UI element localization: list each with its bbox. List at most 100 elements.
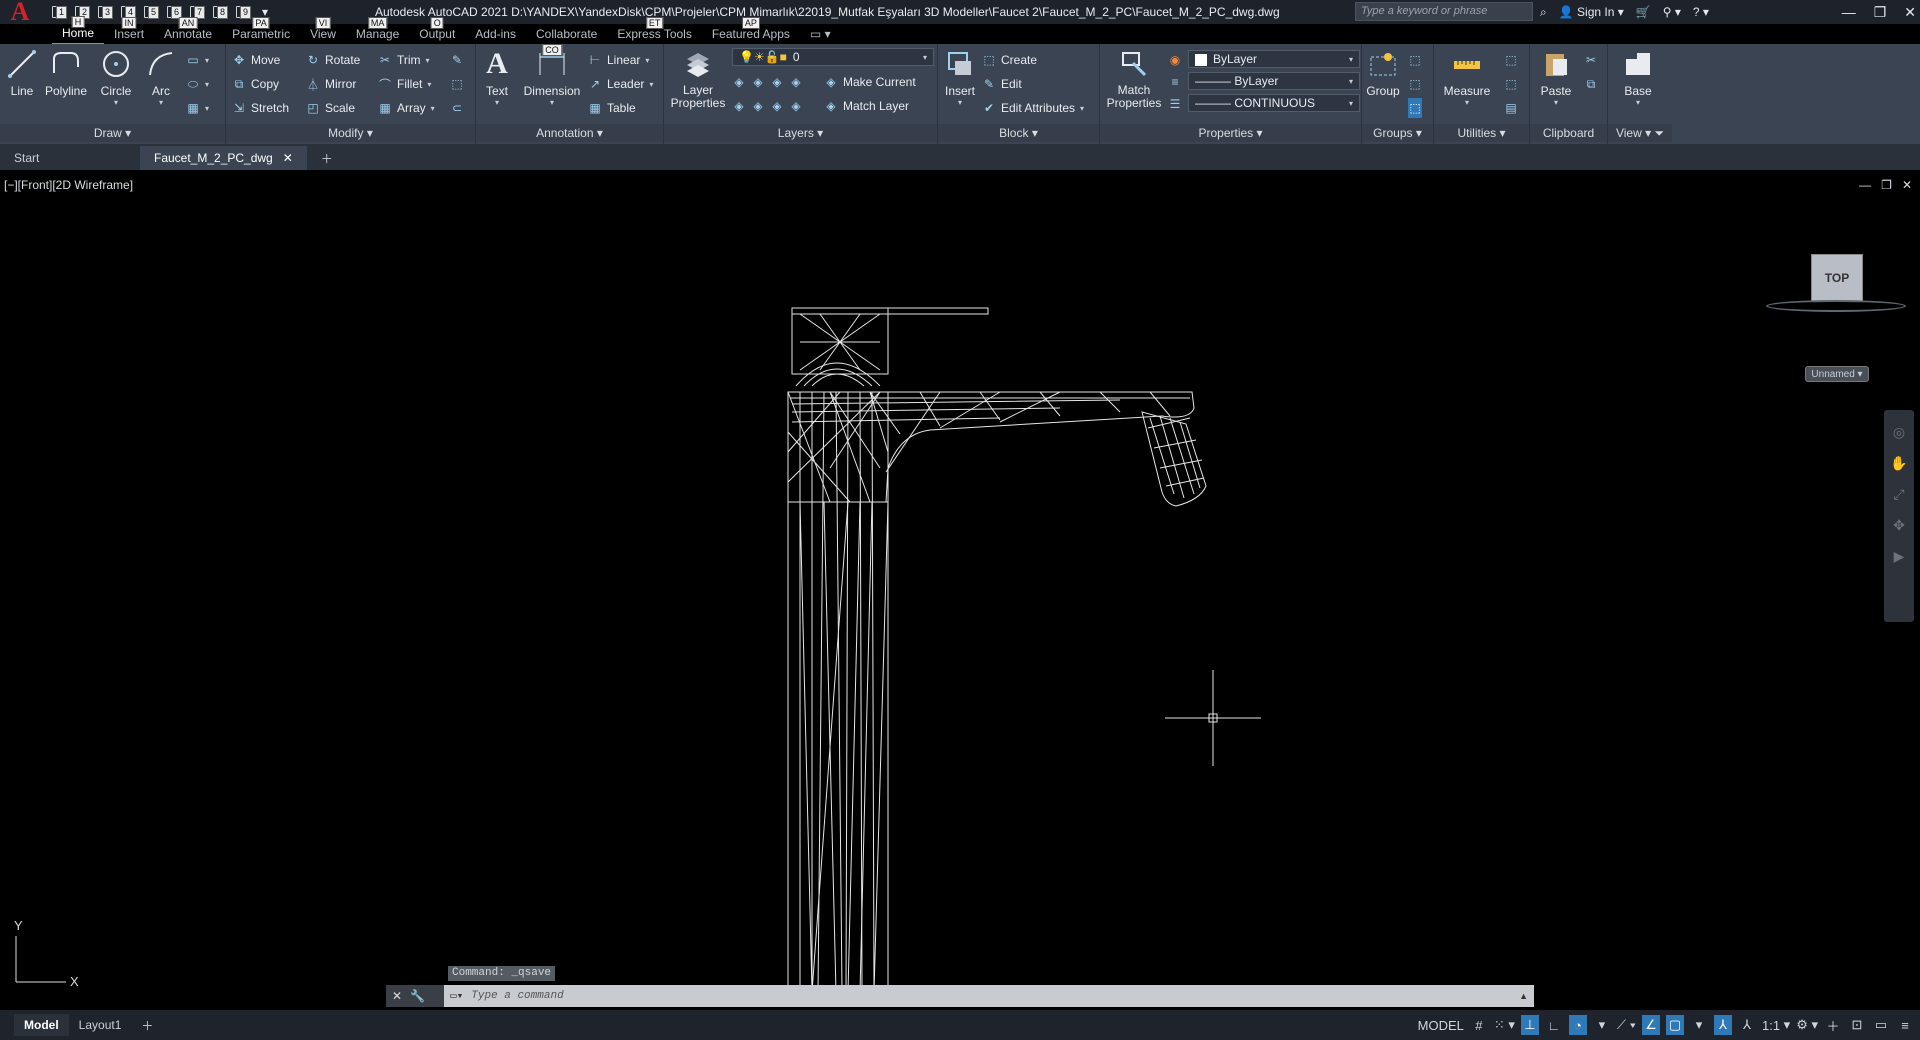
new-tab-button[interactable]: ＋: [307, 146, 347, 170]
zoom-extents-icon[interactable]: ⤢: [1893, 486, 1904, 503]
add-layout-button[interactable]: ＋: [131, 1014, 163, 1036]
rectangle-button[interactable]: ▭ ▾: [186, 50, 209, 70]
ungroup-button[interactable]: ⬚: [1408, 50, 1422, 70]
units-icon[interactable]: ⊡: [1848, 1015, 1866, 1035]
match-layer-button[interactable]: ◈ Match Layer: [824, 96, 909, 116]
hatch-button[interactable]: ▦ ▾: [186, 98, 209, 118]
fillet-button[interactable]: ⌒ Fillet ▾: [378, 74, 431, 94]
block-panel-label[interactable]: Block ▾: [938, 124, 1099, 142]
tab-start[interactable]: Start: [0, 146, 140, 170]
layer-select[interactable]: 💡☀🔓■ 0 ▾: [732, 48, 934, 66]
orbit-icon[interactable]: ✥: [1893, 517, 1905, 534]
object-snap-icon[interactable]: ▢: [1665, 1015, 1684, 1035]
mirror-button[interactable]: ⏃ Mirror: [306, 74, 356, 94]
explode-button[interactable]: ⬚: [450, 74, 464, 94]
qat-open-web-button[interactable]: 5: [140, 3, 160, 21]
auto-scale-icon[interactable]: ⅄: [1738, 1015, 1756, 1035]
customize-command-icon[interactable]: 🔧: [410, 989, 425, 1003]
clipboard-panel-label[interactable]: Clipboard: [1530, 124, 1607, 142]
qat-undo-button[interactable]: 8: [209, 3, 229, 21]
viewcube-compass-ring[interactable]: [1766, 300, 1906, 312]
layer-tools-row-1[interactable]: ◈ ◈ ◈ ◈: [732, 72, 803, 92]
erase-button[interactable]: ✎: [450, 50, 464, 70]
ortho-icon[interactable]: ∟: [1545, 1015, 1563, 1035]
qat-redo-button[interactable]: 9: [232, 3, 252, 21]
autodesk-app-icon[interactable]: ⚲ ▾: [1663, 5, 1681, 19]
stretch-button[interactable]: ⇲ Stretch: [232, 98, 289, 118]
cut-button[interactable]: ✂: [1584, 50, 1598, 70]
color-wheel-icon[interactable]: ◉: [1168, 50, 1182, 70]
tab-collaborate[interactable]: Collaborate: [526, 24, 607, 44]
tab-express-tools[interactable]: ET Express Tools: [607, 17, 701, 44]
ellipse-button[interactable]: ⬭ ▾: [186, 74, 209, 94]
draw-panel-label[interactable]: Draw ▾: [0, 124, 225, 142]
layer-properties-button[interactable]: Layer Properties: [670, 48, 726, 110]
infer-constraints-icon[interactable]: ⊥: [1520, 1015, 1539, 1035]
tab-parametric[interactable]: PA Parametric: [222, 17, 300, 44]
tab-manage[interactable]: MA Manage: [346, 17, 409, 44]
trim-button[interactable]: ✂ Trim ▾: [378, 50, 430, 70]
properties-panel-label[interactable]: Properties ▾: [1100, 124, 1361, 142]
calculator-button[interactable]: ▤: [1504, 98, 1518, 118]
sign-in-button[interactable]: 👤 Sign In ▾: [1559, 5, 1624, 19]
search-input[interactable]: Type a keyword or phrase: [1355, 2, 1533, 21]
viewcube-face[interactable]: TOP: [1811, 254, 1863, 302]
tab-featured-apps[interactable]: AP Featured Apps: [702, 17, 800, 44]
qat-save-button[interactable]: 3: [94, 3, 114, 21]
array-button[interactable]: ▦ Array ▾: [378, 98, 434, 118]
showmotion-icon[interactable]: ▶: [1894, 548, 1905, 565]
arc-button[interactable]: Arc ▾: [146, 48, 176, 107]
search-icon[interactable]: ⌕: [1540, 5, 1547, 20]
layer-tools-row-2[interactable]: ◈ ◈ ◈ ◈: [732, 96, 803, 116]
autocad-logo-button[interactable]: A: [0, 0, 40, 26]
object-snap-tracking-icon[interactable]: ∠: [1641, 1015, 1660, 1035]
tab-layout1[interactable]: Layout1: [69, 1014, 132, 1036]
customization-menu-icon[interactable]: ≡: [1896, 1015, 1914, 1035]
help-icon[interactable]: ? ▾: [1693, 5, 1709, 19]
tab-view[interactable]: VI View: [300, 17, 346, 44]
command-input[interactable]: ▭▾ Type a command: [444, 985, 1519, 1007]
clean-screen-icon[interactable]: ▭: [1872, 1015, 1890, 1035]
tab-output[interactable]: O Output: [409, 17, 465, 44]
steering-wheel-icon[interactable]: ◎: [1893, 424, 1905, 441]
edit-attributes-button[interactable]: ✔ Edit Attributes ▾: [982, 98, 1084, 118]
base-view-button[interactable]: Base ▾: [1618, 48, 1658, 107]
circle-button[interactable]: Circle ▾: [96, 48, 136, 107]
osnap-dropdown-icon[interactable]: ▾: [1690, 1015, 1708, 1035]
groups-panel-label[interactable]: Groups ▾: [1362, 124, 1433, 142]
rotate-button[interactable]: ↻ Rotate: [306, 50, 360, 70]
wcs-menu[interactable]: Unnamed ▾: [1805, 366, 1869, 382]
tab-insert[interactable]: IN Insert: [104, 17, 154, 44]
group-button[interactable]: Group: [1366, 48, 1400, 98]
tab-annotate[interactable]: AN Annotate: [154, 17, 222, 44]
dimension-button[interactable]: CO Dimension ▾: [522, 44, 582, 107]
gear-icon[interactable]: ⚙ ▾: [1796, 1015, 1818, 1035]
polar-tracking-icon[interactable]: ◔: [1568, 1015, 1587, 1035]
linetype-select[interactable]: ——— CONTINUOUS ▾: [1188, 94, 1360, 112]
leader-button[interactable]: ↗ Leader ▾: [588, 74, 653, 94]
scale-button[interactable]: ◰ Scale: [306, 98, 355, 118]
close-icon[interactable]: ✕: [1904, 4, 1916, 21]
move-button[interactable]: ✥ Move: [232, 50, 280, 70]
close-tab-icon[interactable]: ✕: [283, 151, 293, 165]
quick-select-button[interactable]: ⬚: [1504, 50, 1518, 70]
color-select[interactable]: ByLayer ▾: [1188, 50, 1360, 68]
group-edit-button[interactable]: ⬚: [1408, 74, 1422, 94]
grid-icon[interactable]: #: [1470, 1015, 1488, 1035]
select-all-button[interactable]: ⬚: [1504, 74, 1518, 94]
restore-icon[interactable]: ❐: [1874, 4, 1887, 21]
insert-block-button[interactable]: Insert ▾: [944, 48, 976, 107]
table-button[interactable]: ▦ Table: [588, 98, 635, 118]
layers-panel-label[interactable]: Layers ▾: [664, 124, 937, 142]
linear-button[interactable]: ⊢ Linear ▾: [588, 50, 650, 70]
qat-new-button[interactable]: 1: [48, 3, 68, 21]
annotation-visibility-icon[interactable]: ⅄: [1713, 1015, 1732, 1035]
cart-icon[interactable]: 🛒: [1636, 5, 1651, 19]
create-block-button[interactable]: ⬚ Create: [982, 50, 1037, 70]
measure-button[interactable]: Measure ▾: [1440, 48, 1494, 107]
match-properties-button[interactable]: Match Properties: [1104, 48, 1164, 110]
utilities-panel-label[interactable]: Utilities ▾: [1434, 124, 1529, 142]
tab-add-ins[interactable]: Add-ins: [465, 24, 526, 44]
drawing-viewport[interactable]: [−][Front][2D Wireframe] — ❐ ✕ TOP Unnam…: [0, 172, 1920, 1010]
tab-model[interactable]: Model: [14, 1014, 69, 1036]
